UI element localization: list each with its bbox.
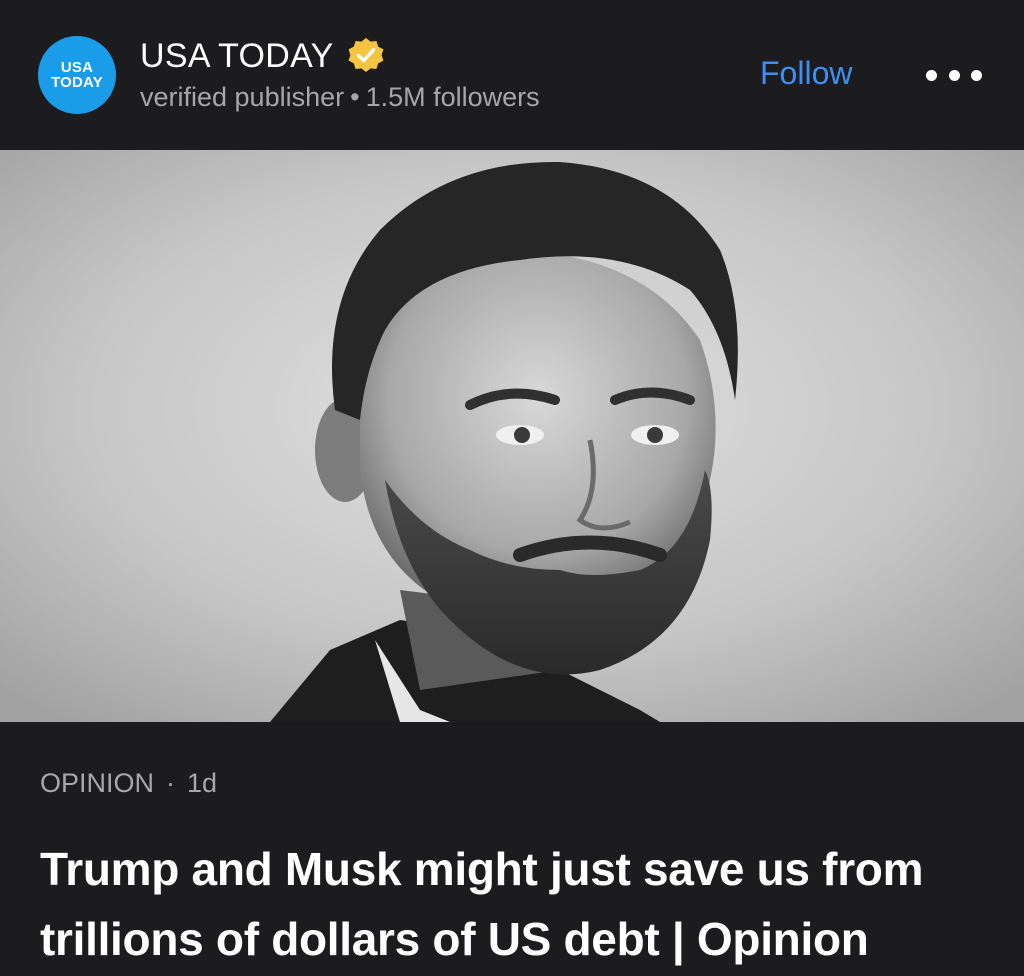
follow-button[interactable]: Follow — [760, 55, 852, 92]
logo-text-line1: USA — [60, 59, 94, 76]
publisher-logo[interactable]: USA TODAY — [38, 36, 116, 114]
article-meta-separator: · — [166, 768, 176, 798]
article-image[interactable] — [0, 150, 1024, 722]
portrait-photo — [0, 150, 1024, 722]
post-header: USA TODAY USA TODAY verified publisher • 1… — [0, 0, 1024, 150]
meta-separator: • — [350, 82, 360, 112]
verified-badge-icon — [348, 38, 383, 72]
article-age: 1d — [187, 768, 218, 798]
publisher-name[interactable]: USA TODAY — [140, 37, 334, 76]
logo-text-line2: TODAY — [51, 74, 103, 91]
article-section: OPINION — [40, 768, 155, 798]
publisher-name-row: USA TODAY — [140, 34, 386, 78]
more-options-icon[interactable] — [926, 62, 982, 88]
publisher-followers: 1.5M followers — [365, 82, 540, 112]
article-meta: OPINION · 1d — [40, 768, 217, 799]
article-headline[interactable]: Trump and Musk might just save us from t… — [40, 834, 1000, 974]
publisher-meta: verified publisher • 1.5M followers — [140, 82, 540, 113]
publisher-status: verified publisher — [140, 82, 345, 112]
